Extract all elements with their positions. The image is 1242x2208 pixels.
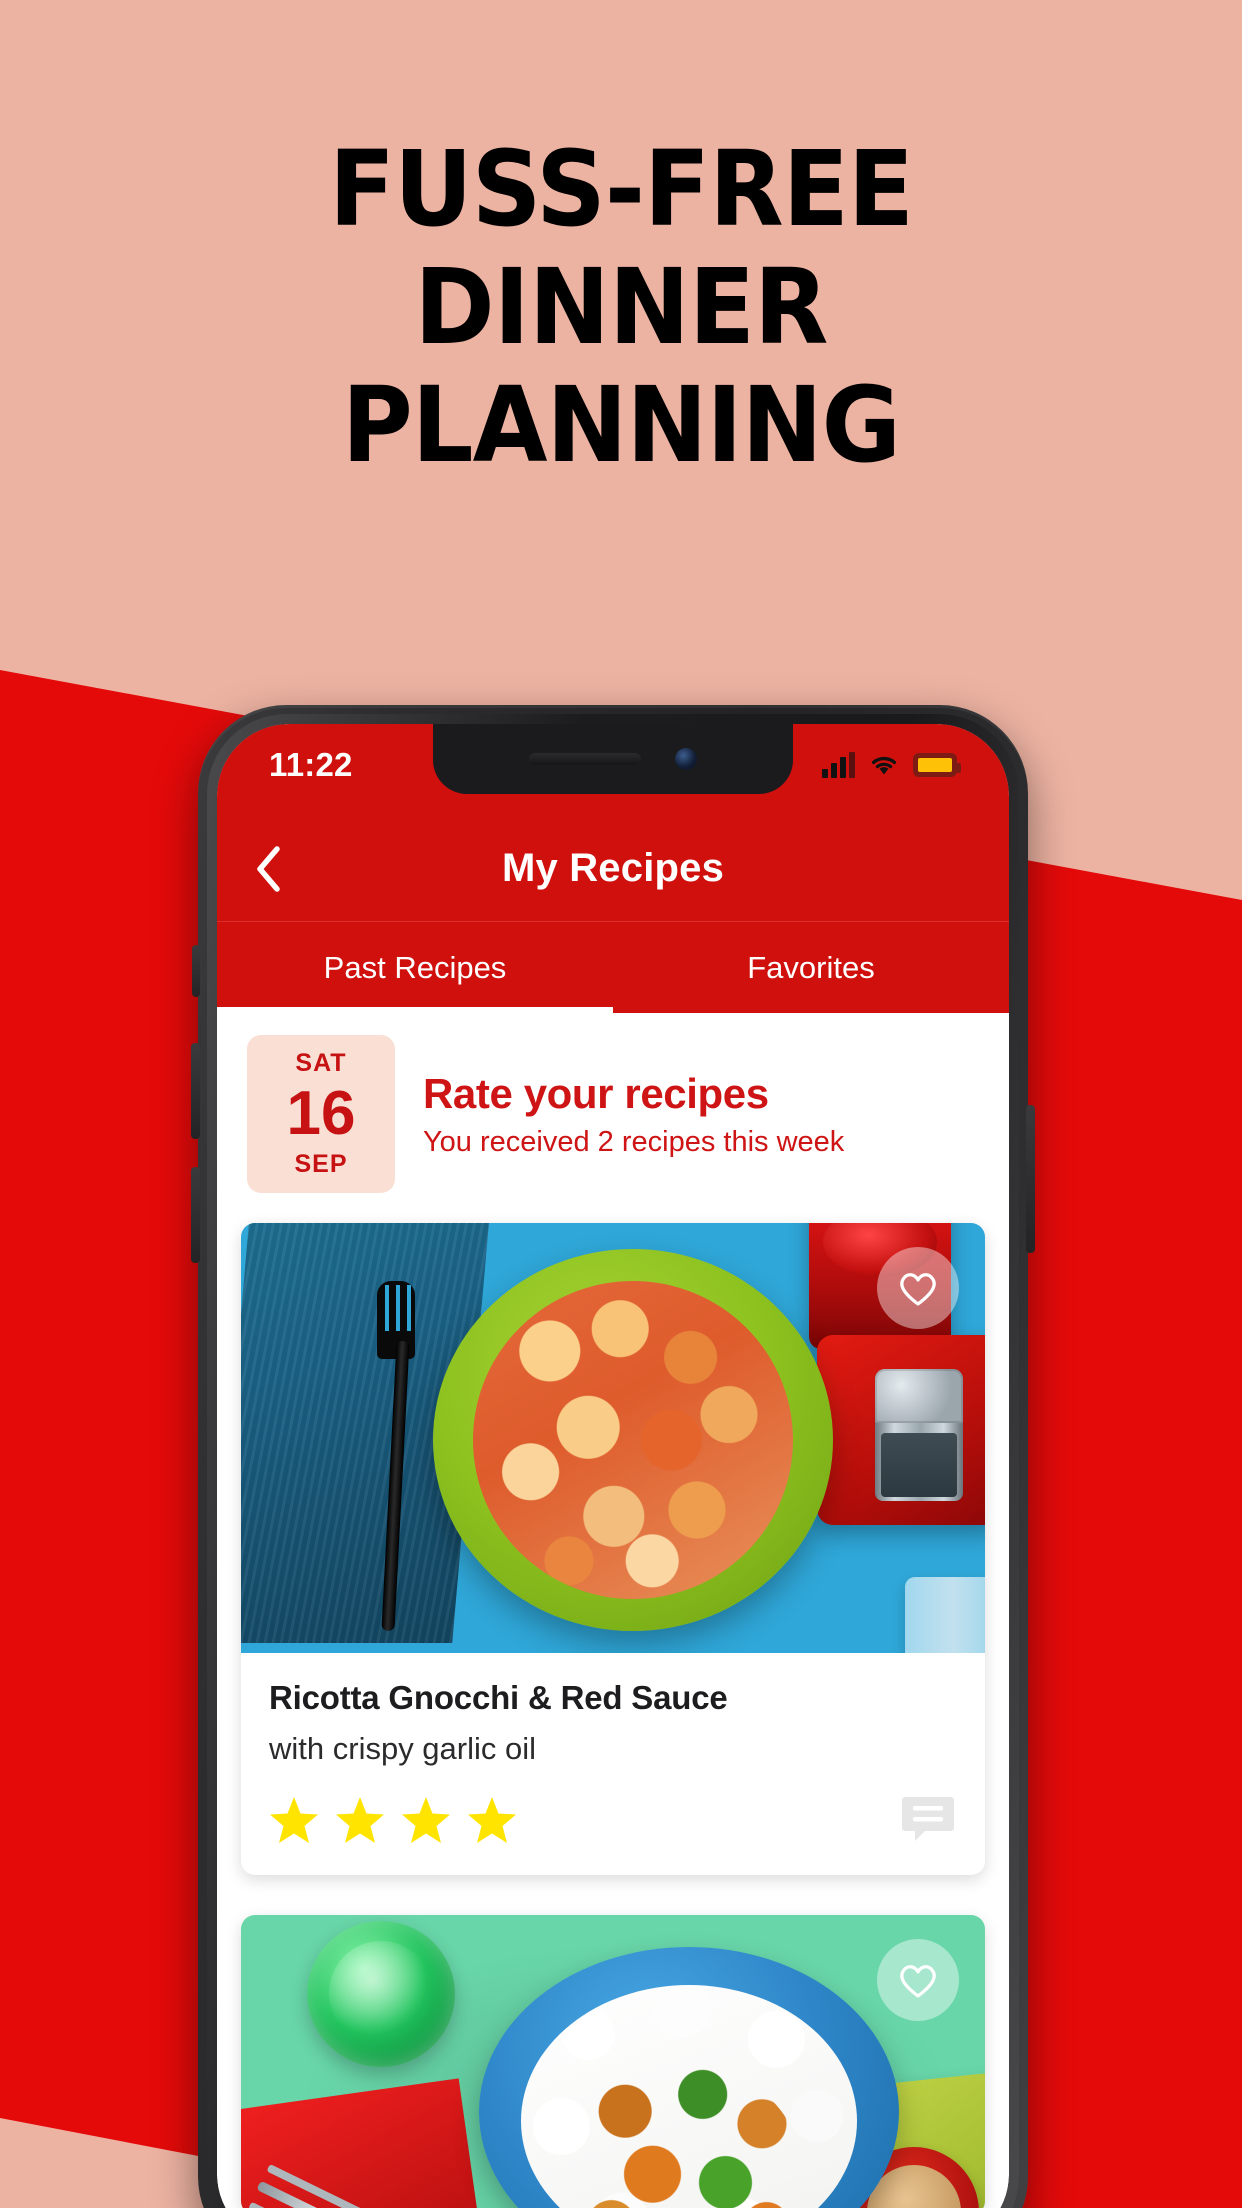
- tab-past-recipes[interactable]: Past Recipes: [217, 922, 613, 1013]
- recipe-photo: [241, 1915, 985, 2208]
- app-header: My Recipes: [217, 816, 1009, 921]
- tofu-rice-bowl-photo: [241, 1915, 985, 2208]
- chevron-left-icon: [254, 844, 284, 894]
- star-icon-2[interactable]: [335, 1795, 385, 1845]
- phone-screen: 11:22 My Recipes Past Recipes Favorites …: [217, 724, 1009, 2208]
- cellular-bars-icon: [822, 752, 855, 778]
- phone-mute-switch[interactable]: [192, 945, 200, 997]
- front-camera-icon: [675, 748, 697, 770]
- date-day: 16: [286, 1079, 356, 1148]
- hero-headline: FUSS-FREE DINNER PLANNING: [43, 130, 1198, 484]
- recipe-card[interactable]: [241, 1915, 985, 2208]
- heart-outline-icon: [896, 1960, 940, 2000]
- date-badge: SAT 16 SEP: [247, 1035, 395, 1193]
- phone-notch: [433, 724, 793, 794]
- heart-outline-icon: [896, 1268, 940, 1308]
- tab-favorites[interactable]: Favorites: [613, 922, 1009, 1013]
- tab-favorites-label: Favorites: [747, 949, 875, 985]
- date-month: SEP: [294, 1150, 348, 1178]
- back-button[interactable]: [239, 839, 299, 899]
- phone-volume-up-button[interactable]: [191, 1043, 200, 1139]
- tab-bar: Past Recipes Favorites: [217, 921, 1009, 1013]
- recipe-title: Ricotta Gnocchi & Red Sauce: [269, 1679, 728, 1716]
- phone-bezel: 11:22 My Recipes Past Recipes Favorites …: [217, 724, 1009, 2208]
- recipe-card-footer: [241, 1767, 985, 1875]
- star-icon-4[interactable]: [467, 1795, 517, 1845]
- wifi-icon: [869, 753, 899, 777]
- battery-icon: [913, 753, 961, 777]
- status-indicators: [822, 746, 961, 784]
- star-icon-1[interactable]: [269, 1795, 319, 1845]
- status-time: 11:22: [269, 746, 353, 783]
- recipe-list-content: SAT 16 SEP Rate your recipes You receive…: [217, 1013, 1009, 2208]
- phone-volume-down-button[interactable]: [191, 1167, 200, 1263]
- comment-bubble-icon[interactable]: [899, 1791, 957, 1849]
- phone-mockup: 11:22 My Recipes Past Recipes Favorites …: [191, 705, 1035, 2208]
- rate-recipes-banner[interactable]: SAT 16 SEP Rate your recipes You receive…: [217, 1013, 1009, 1215]
- tab-past-recipes-label: Past Recipes: [323, 949, 507, 985]
- rate-banner-text: Rate your recipes You received 2 recipes…: [423, 1070, 844, 1159]
- recipe-card-body: Ricotta Gnocchi & Red Sauce with crispy …: [241, 1653, 985, 1767]
- date-weekday: SAT: [295, 1049, 347, 1077]
- rate-banner-subtitle: You received 2 recipes this week: [423, 1125, 845, 1158]
- favorite-button[interactable]: [877, 1939, 959, 2021]
- recipe-card[interactable]: Ricotta Gnocchi & Red Sauce with crispy …: [241, 1223, 985, 1875]
- recipe-subtitle: with crispy garlic oil: [269, 1731, 537, 1766]
- favorite-button[interactable]: [877, 1247, 959, 1329]
- recipe-photo: [241, 1223, 985, 1653]
- earpiece-speaker: [529, 753, 641, 765]
- rate-banner-title: Rate your recipes: [423, 1069, 769, 1117]
- rating-stars[interactable]: [269, 1795, 517, 1845]
- gnocchi-in-green-bowl-photo: [241, 1223, 985, 1653]
- phone-power-button[interactable]: [1026, 1105, 1035, 1253]
- star-icon-3[interactable]: [401, 1795, 451, 1845]
- page-title: My Recipes: [501, 846, 725, 890]
- headline-line-1: FUSS-FREE: [328, 128, 914, 250]
- headline-line-2: DINNER: [414, 246, 828, 368]
- headline-line-3: PLANNING: [341, 364, 901, 486]
